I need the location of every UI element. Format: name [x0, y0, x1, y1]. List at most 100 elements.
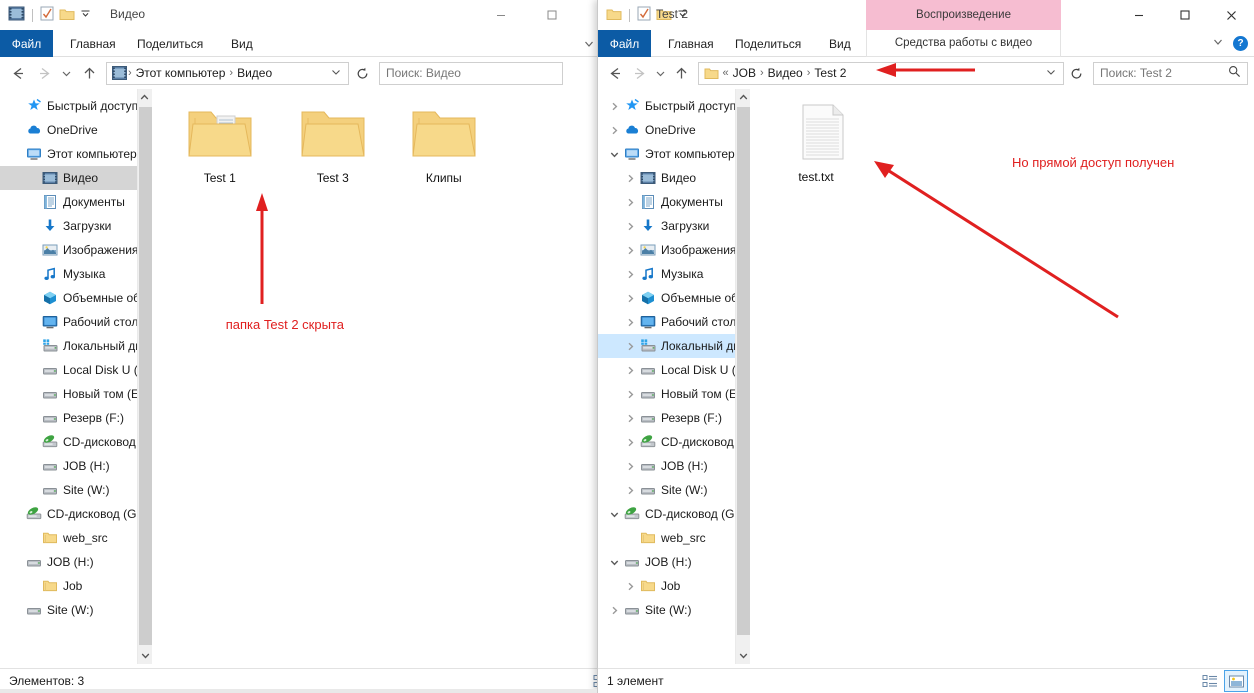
sidebar-item-быстрый-доступ[interactable]: Быстрый доступ: [0, 94, 152, 118]
ribbon-right-controls[interactable]: ?: [1212, 30, 1248, 57]
sidebar-item-объемные-объ[interactable]: Объемные объ: [598, 286, 750, 310]
chevron-right-icon[interactable]: [622, 390, 638, 399]
maximize-button[interactable]: [529, 0, 575, 30]
caption-buttons-right[interactable]: [1116, 0, 1254, 30]
search-box-right[interactable]: Поиск: Test 2: [1093, 61, 1248, 85]
chevron-right-icon[interactable]: [622, 174, 638, 183]
search-input-left[interactable]: Поиск: Видео: [386, 66, 556, 80]
help-icon[interactable]: ?: [1233, 36, 1248, 51]
sidebar-item-новый-том-e[interactable]: Новый том (E:): [0, 382, 152, 406]
properties-icon[interactable]: [637, 6, 651, 24]
breadcrumb-item-video[interactable]: Видео: [234, 66, 275, 80]
breadcrumb-bar-left[interactable]: › Этот компьютер › Видео: [106, 61, 349, 85]
sidebar-item-музыка[interactable]: Музыка: [0, 262, 152, 286]
sidebar-item-cd-дисковод-g[interactable]: CD-дисковод (G:): [598, 502, 750, 526]
sidebar-item-резерв-f[interactable]: Резерв (F:): [0, 406, 152, 430]
breadcrumb-bar-right[interactable]: « JOB › Видео › Test 2: [697, 61, 1065, 85]
sidebar-item-job-h[interactable]: JOB (H:): [598, 550, 750, 574]
close-button[interactable]: [1208, 0, 1254, 30]
file-item[interactable]: Test 3: [285, 104, 381, 185]
qat-dropdown-icon[interactable]: [80, 8, 91, 22]
details-view-button[interactable]: [1199, 671, 1221, 691]
chevron-right-icon[interactable]: [622, 366, 638, 375]
tab-file[interactable]: Файл: [0, 30, 53, 57]
file-item[interactable]: test.txt: [768, 101, 864, 184]
chevron-right-icon[interactable]: [606, 102, 622, 111]
sidebar-item-local-disk-u-d[interactable]: Local Disk U (D:): [0, 358, 152, 382]
large-icons-view-button[interactable]: [1224, 670, 1248, 692]
back-button[interactable]: [6, 61, 30, 85]
chevron-right-icon[interactable]: [622, 222, 638, 231]
file-list-left[interactable]: Test 1 Test 3 Клипы папка Test 2 скрыта: [151, 89, 619, 664]
sidebar-item-объемные-объ[interactable]: Объемные объ: [0, 286, 152, 310]
chevron-right-icon[interactable]: [622, 438, 638, 447]
sidebar-item-документы[interactable]: Документы: [0, 190, 152, 214]
sidebar-item-локальный-дис[interactable]: Локальный дис: [598, 334, 750, 358]
sidebar-item-site-w[interactable]: Site (W:): [598, 598, 750, 622]
refresh-button[interactable]: [1066, 62, 1087, 85]
ribbon-tabs-left[interactable]: Файл Главная Поделиться Вид: [0, 30, 619, 57]
sidebar-item-рабочий-стол[interactable]: Рабочий стол: [598, 310, 750, 334]
chevron-right-icon[interactable]: [622, 246, 638, 255]
breadcrumb-dropdown-icon[interactable]: [1041, 66, 1061, 80]
breadcrumb-item-video[interactable]: Видео: [765, 66, 806, 80]
breadcrumb-item-job[interactable]: JOB: [730, 66, 759, 80]
minimize-button[interactable]: [478, 0, 524, 30]
sidebar-item-локальный-дис[interactable]: Локальный дис: [0, 334, 152, 358]
chevron-right-icon[interactable]: [622, 270, 638, 279]
forward-button[interactable]: [32, 61, 56, 85]
maximize-button[interactable]: [1162, 0, 1208, 30]
file-item[interactable]: Клипы: [396, 104, 492, 185]
properties-icon[interactable]: [40, 6, 54, 24]
sidebar-item-onedrive[interactable]: OneDrive: [598, 118, 750, 142]
sidebar-item-web-src[interactable]: web_src: [0, 526, 152, 550]
sidebar-item-job[interactable]: Job: [0, 574, 152, 598]
scroll-up-arrow-icon[interactable]: [138, 89, 152, 106]
sidebar-item-новый-том-e[interactable]: Новый том (E:): [598, 382, 750, 406]
file-list-right[interactable]: test.txt Но прямой доступ получен: [750, 89, 1254, 664]
sidebar-item-быстрый-доступ[interactable]: Быстрый доступ: [598, 94, 750, 118]
nav-scrollbar-left[interactable]: [136, 89, 152, 664]
chevron-right-icon[interactable]: [622, 462, 638, 471]
ribbon-tabs-right[interactable]: Файл Главная Поделиться Вид Средства раб…: [598, 30, 1254, 57]
sidebar-item-job-h[interactable]: JOB (H:): [598, 454, 750, 478]
contextual-tools-label[interactable]: Средства работы с видео: [866, 30, 1061, 57]
sidebar-item-документы[interactable]: Документы: [598, 190, 750, 214]
scroll-up-arrow-icon[interactable]: [736, 89, 750, 106]
chevron-down-icon[interactable]: [606, 558, 622, 567]
sidebar-item-изображения[interactable]: Изображения: [0, 238, 152, 262]
sidebar-item-job-h[interactable]: JOB (H:): [0, 454, 152, 478]
sidebar-item-видео[interactable]: Видео: [598, 166, 750, 190]
navigation-pane-right[interactable]: Быстрый доступ OneDrive Этот компьютер Виде…: [598, 89, 750, 664]
up-button[interactable]: [77, 61, 101, 85]
chevron-right-icon[interactable]: [622, 198, 638, 207]
ribbon-collapse-left[interactable]: [583, 30, 595, 57]
scroll-down-arrow-icon[interactable]: [736, 647, 750, 664]
tab-file[interactable]: Файл: [598, 30, 651, 57]
sidebar-item-загрузки[interactable]: Загрузки: [598, 214, 750, 238]
tab-share[interactable]: Поделиться: [725, 30, 811, 57]
view-buttons-right[interactable]: [1199, 670, 1254, 692]
minimize-button[interactable]: [1116, 0, 1162, 30]
chevron-down-icon[interactable]: [606, 510, 622, 519]
chevron-down-icon[interactable]: [606, 150, 622, 159]
breadcrumb-overflow[interactable]: «: [719, 67, 730, 79]
breadcrumb-item-computer[interactable]: Этот компьютер: [133, 66, 229, 80]
contextual-tab-playback[interactable]: Воспроизведение: [866, 0, 1061, 30]
chevron-right-icon[interactable]: [622, 342, 638, 351]
tab-share[interactable]: Поделиться: [127, 30, 213, 57]
chevron-right-icon[interactable]: [622, 486, 638, 495]
tab-view[interactable]: Вид: [819, 30, 861, 57]
sidebar-item-cd-дисковод-g[interactable]: CD-дисковод (G:): [0, 502, 152, 526]
tab-home[interactable]: Главная: [60, 30, 126, 57]
sidebar-item-site-w[interactable]: Site (W:): [598, 478, 750, 502]
recent-locations-button[interactable]: [653, 61, 669, 85]
scroll-down-arrow-icon[interactable]: [138, 647, 152, 664]
sidebar-item-изображения[interactable]: Изображения: [598, 238, 750, 262]
file-item[interactable]: Test 1: [172, 104, 268, 185]
chevron-right-icon[interactable]: [622, 294, 638, 303]
recent-locations-button[interactable]: [58, 61, 75, 85]
sidebar-item-onedrive[interactable]: OneDrive: [0, 118, 152, 142]
nav-scroll-thumb-left[interactable]: [138, 107, 152, 645]
video-folder-icon[interactable]: [8, 6, 25, 24]
